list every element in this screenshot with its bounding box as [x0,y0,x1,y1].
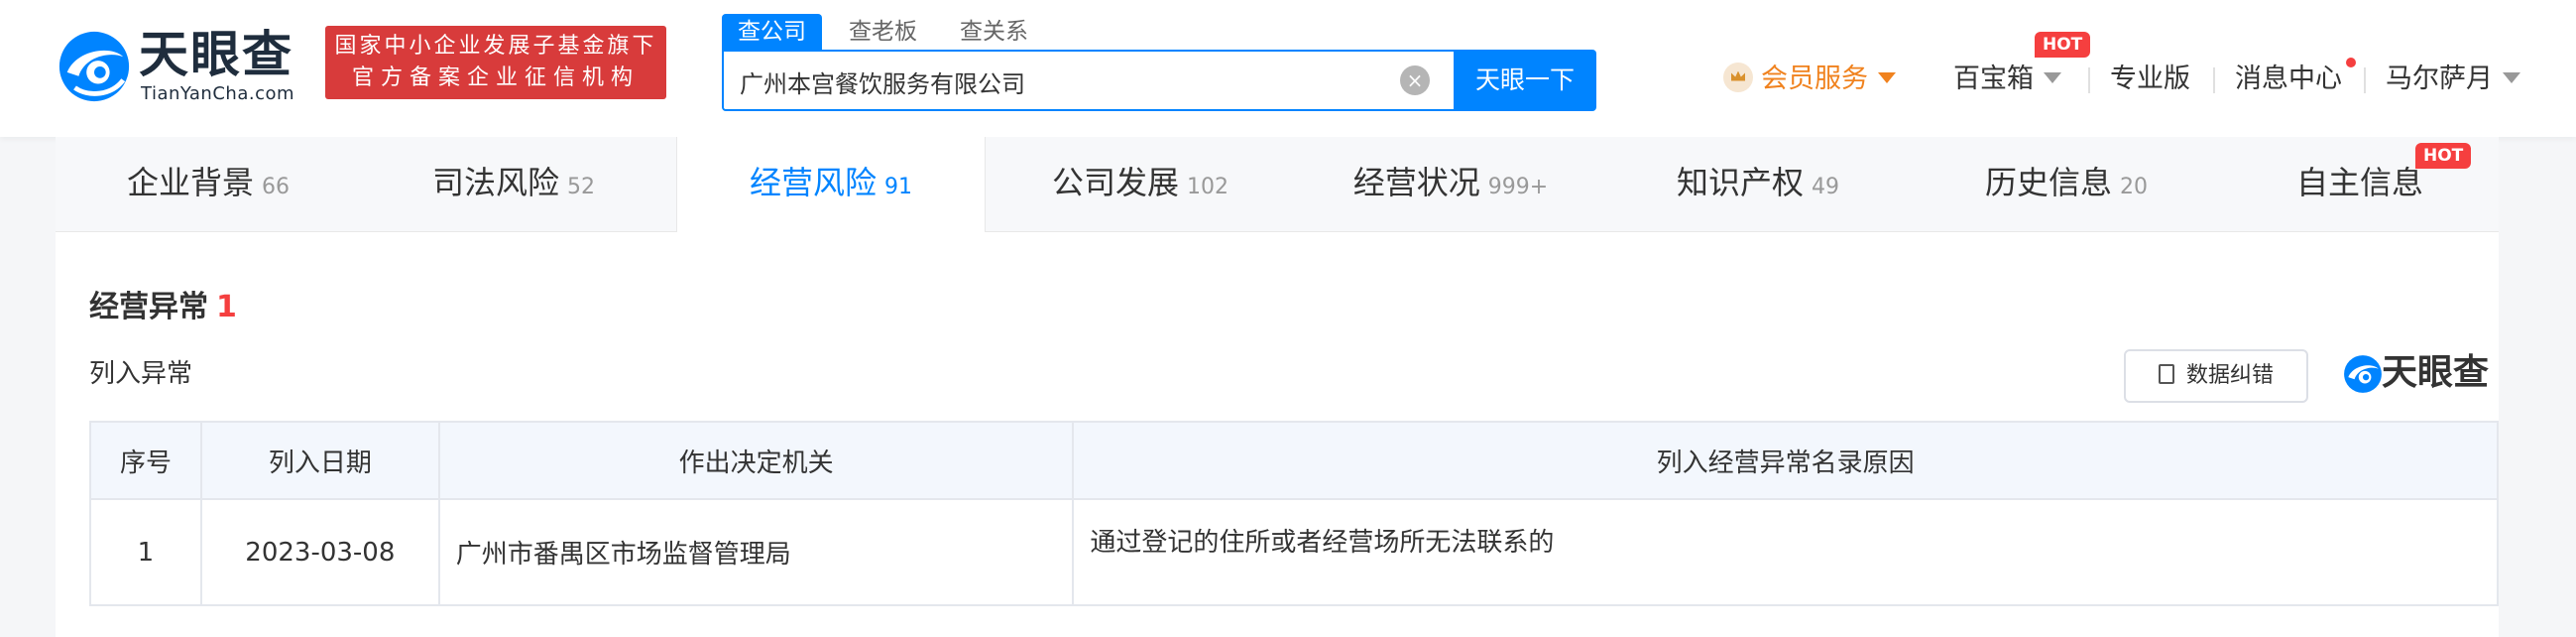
tab-company-background[interactable]: 企业背景 66 [56,137,361,231]
tab-label: 历史信息 [1984,164,2112,201]
column-header-date: 列入日期 [199,421,440,500]
document-icon [2158,364,2174,384]
treasure-box-label: 百宝箱 [1953,64,2034,94]
tab-count: 102 [1187,175,1229,199]
search-tab-company[interactable]: 查公司 [722,14,822,50]
chevron-down-icon [2503,72,2520,83]
chevron-down-icon [2044,72,2061,83]
tab-label: 经营状况 [1352,164,1480,201]
badge-line-1: 国家中小企业发展子基金旗下 [334,34,657,59]
search-button[interactable]: 天眼一下 [1454,50,1596,111]
crown-icon [1723,62,1753,92]
column-header-index: 序号 [89,421,202,500]
section-subtitle: 列入异常 [89,359,193,389]
notification-dot [2346,58,2356,67]
tab-operating-risk[interactable]: 经营风险 91 [676,137,986,232]
tab-judicial-risk[interactable]: 司法风险 52 [361,137,666,231]
column-header-authority: 作出决定机关 [437,421,1075,500]
tab-operating-status[interactable]: 经营状况 999+ [1297,137,1604,231]
nav-divider [2364,67,2366,93]
table-row: 1 2023-03-08 广州市番禺区市场监督管理局 通过登记的住所或者经营场所… [89,498,2499,606]
message-center-link[interactable]: 消息中心 [2235,60,2342,99]
tab-count: 91 [884,175,912,199]
tab-label: 经营风险 [749,164,877,201]
logo-eye-icon [59,31,130,102]
clear-search-icon[interactable]: × [1400,65,1430,95]
tab-count: 20 [2120,175,2148,199]
data-correction-label: 数据纠错 [2185,363,2274,388]
section-title: 经营异常 1 [89,282,237,325]
search-tab-relation[interactable]: 查关系 [960,14,1028,50]
category-tabs: 企业背景 66 司法风险 52 经营风险 91 公司发展 102 经营状况 999+ 知识… [56,137,2499,232]
logo-text: 天眼查 [139,26,293,83]
hot-badge: HOT [2415,143,2472,169]
section-count: 1 [216,290,237,324]
column-header-reason: 列入经营异常名录原因 [1072,421,2499,500]
operating-abnormal-panel: 经营异常 1 列入异常 数据纠错 天眼查 序号 列入日期 作出决定机关 列入经营异… [56,232,2499,637]
table-header-row: 序号 列入日期 作出决定机关 列入经营异常名录原因 [89,421,2499,500]
tab-intellectual-property[interactable]: 知识产权 49 [1604,137,1912,231]
tianyancha-watermark: 天眼查 [2342,349,2501,399]
search-box: × 天眼一下 [722,50,1596,111]
tianyancha-logo[interactable]: 天眼查 TianYanCha.com [56,22,303,107]
tab-count: 52 [567,175,595,199]
tab-label: 企业背景 [126,164,254,201]
tab-history-info[interactable]: 历史信息 20 [1912,137,2221,231]
watermark-text: 天眼查 [2382,352,2490,393]
tab-company-development[interactable]: 公司发展 102 [984,137,1297,231]
vip-service-menu[interactable]: 会员服务 [1723,60,1896,99]
tab-label: 公司发展 [1051,164,1179,201]
cell-authority: 广州市番禺区市场监督管理局 [437,498,1075,606]
hot-badge: HOT [2035,32,2091,58]
tab-label: 司法风险 [431,164,559,201]
search-tab-boss[interactable]: 查老板 [849,14,917,50]
nav-divider [2213,67,2215,93]
cell-index: 1 [89,498,202,606]
cell-reason: 通过登记的住所或者经营场所无法联系的 [1072,498,2499,606]
pro-version-link[interactable]: 专业版 [2110,60,2190,99]
search-input[interactable] [738,52,1396,111]
tab-label: 知识产权 [1676,164,1804,201]
vip-service-label: 会员服务 [1761,64,1868,94]
nav-divider [2088,67,2090,93]
chevron-down-icon [1878,72,1896,83]
badge-line-2: 官方备案企业征信机构 [351,65,640,90]
tab-count: 999+ [1487,175,1549,199]
data-correction-button[interactable]: 数据纠错 [2124,349,2308,403]
logo-domain: TianYanCha.com [141,83,295,104]
section-title-text: 经营异常 [89,290,208,324]
tab-count: 49 [1812,175,1839,199]
official-badge: 国家中小企业发展子基金旗下 官方备案企业征信机构 [325,26,666,99]
user-name: 马尔萨月 [2386,64,2493,94]
top-header: 天眼查 TianYanCha.com 国家中小企业发展子基金旗下 官方备案企业征… [0,0,2576,137]
logo-eye-icon [2344,355,2382,393]
abnormal-list-table: 序号 列入日期 作出决定机关 列入经营异常名录原因 1 2023-03-08 广… [89,421,2499,606]
treasure-box-menu[interactable]: 百宝箱 [1953,60,2061,99]
tab-count: 66 [262,175,290,199]
cell-date: 2023-03-08 [199,498,440,606]
user-menu[interactable]: 马尔萨月 [2386,60,2520,99]
tab-label: 自主信息 [2295,164,2423,201]
